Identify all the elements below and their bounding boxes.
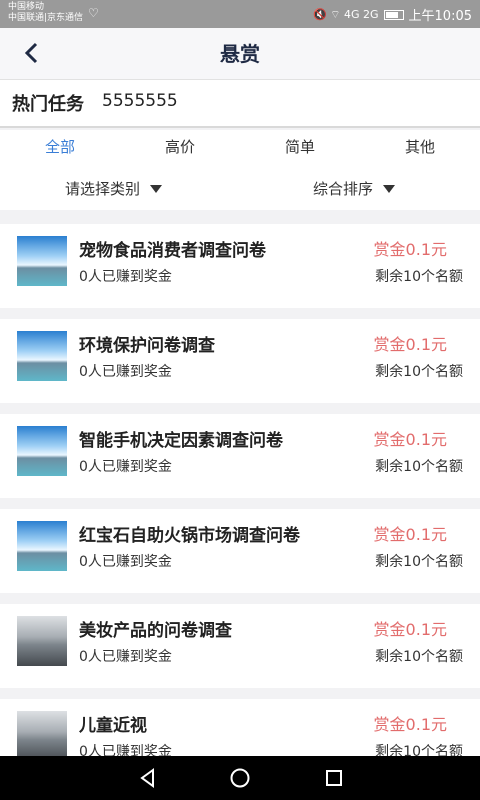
carrier-info: 中国移动 中国联通|京东通信 <box>8 2 83 24</box>
task-remaining: 剩余10个名额 <box>375 269 463 285</box>
tab-bar: 全部 高价 简单 其他 <box>0 130 480 166</box>
task-thumbnail <box>17 711 67 756</box>
task-thumbnail <box>17 426 67 476</box>
task-reward: 赏金0.1元 <box>373 525 447 544</box>
system-home-button[interactable] <box>226 764 254 792</box>
task-title: 宠物食品消费者调查问卷 <box>79 241 266 261</box>
task-card[interactable]: 宠物食品消费者调查问卷 0人已赚到奖金 赏金0.1元 剩余10个名额 <box>0 224 480 308</box>
hot-task-label: 热门任务 <box>12 94 84 115</box>
triangle-back-icon <box>140 768 154 788</box>
task-remaining: 剩余10个名额 <box>375 459 463 475</box>
task-title: 美妆产品的问卷调查 <box>79 621 232 641</box>
task-title: 智能手机决定因素调查问卷 <box>79 431 283 451</box>
sort-dropdown[interactable]: 综合排序 <box>313 178 396 199</box>
task-thumbnail <box>17 331 67 381</box>
nav-bar: 悬赏 <box>0 28 480 80</box>
task-earned-count: 0人已赚到奖金 <box>79 364 172 380</box>
task-earned-count: 0人已赚到奖金 <box>79 649 172 665</box>
caret-down-icon <box>150 184 163 193</box>
system-back-button[interactable] <box>134 764 162 792</box>
carrier-1: 中国移动 <box>8 2 45 12</box>
status-icons: 🔇 ⌔ 4G 2G <box>312 7 379 21</box>
system-recents-button[interactable] <box>320 764 348 792</box>
tab-all[interactable]: 全部 <box>0 130 120 166</box>
caret-down-icon <box>383 184 396 193</box>
tab-other[interactable]: 其他 <box>360 130 480 166</box>
sort-dropdown-label: 综合排序 <box>313 180 374 198</box>
task-list: 宠物食品消费者调查问卷 0人已赚到奖金 赏金0.1元 剩余10个名额 环境保护问… <box>0 224 480 756</box>
task-reward: 赏金0.1元 <box>373 335 447 354</box>
task-reward: 赏金0.1元 <box>373 430 447 449</box>
battery-icon <box>383 9 404 20</box>
task-remaining: 剩余10个名额 <box>375 649 463 665</box>
filter-bar: 请选择类别 综合排序 <box>0 166 480 210</box>
carrier-2: 中国联通|京东通信 <box>8 13 84 23</box>
task-card[interactable]: 儿童近视 0人已赚到奖金 赏金0.1元 剩余10个名额 <box>0 699 480 756</box>
task-remaining: 剩余10个名额 <box>375 554 463 570</box>
circle-home-icon <box>230 768 250 788</box>
task-title: 红宝石自助火锅市场调查问卷 <box>79 526 300 546</box>
status-right: 🔇 ⌔ 4G 2G 上午10:05 <box>312 5 472 25</box>
task-remaining: 剩余10个名额 <box>375 744 463 756</box>
task-thumbnail <box>17 236 67 286</box>
task-reward: 赏金0.1元 <box>373 620 447 639</box>
task-card[interactable]: 红宝石自助火锅市场调查问卷 0人已赚到奖金 赏金0.1元 剩余10个名额 <box>0 509 480 593</box>
tab-simple[interactable]: 简单 <box>240 130 360 166</box>
task-title: 儿童近视 <box>79 716 147 736</box>
task-earned-count: 0人已赚到奖金 <box>79 459 172 475</box>
task-reward: 赏金0.1元 <box>373 240 447 259</box>
hot-task-value: 5555555 <box>102 91 178 111</box>
square-recents-icon <box>326 770 342 786</box>
heart-icon: ♡ <box>88 6 99 20</box>
task-reward: 赏金0.1元 <box>373 715 447 734</box>
category-dropdown[interactable]: 请选择类别 <box>65 178 163 199</box>
tab-high-price[interactable]: 高价 <box>120 130 240 166</box>
task-earned-count: 0人已赚到奖金 <box>79 554 172 570</box>
task-title: 环境保护问卷调查 <box>79 336 215 356</box>
status-bar: 中国移动 中国联通|京东通信 ♡ 🔇 ⌔ 4G 2G 上午10:05 <box>0 0 480 28</box>
task-card[interactable]: 智能手机决定因素调查问卷 0人已赚到奖金 赏金0.1元 剩余10个名额 <box>0 414 480 498</box>
system-nav-bar <box>0 756 480 800</box>
task-earned-count: 0人已赚到奖金 <box>79 744 172 756</box>
category-dropdown-label: 请选择类别 <box>65 180 141 198</box>
page-title: 悬赏 <box>220 42 260 66</box>
task-thumbnail <box>17 521 67 571</box>
task-remaining: 剩余10个名额 <box>375 364 463 380</box>
task-earned-count: 0人已赚到奖金 <box>79 269 172 285</box>
task-card[interactable]: 环境保护问卷调查 0人已赚到奖金 赏金0.1元 剩余10个名额 <box>0 319 480 403</box>
clock: 上午10:05 <box>408 9 472 24</box>
task-thumbnail <box>17 616 67 666</box>
task-card[interactable]: 美妆产品的问卷调查 0人已赚到奖金 赏金0.1元 剩余10个名额 <box>0 604 480 688</box>
hot-task-bar[interactable]: 热门任务 5555555 <box>0 80 480 128</box>
